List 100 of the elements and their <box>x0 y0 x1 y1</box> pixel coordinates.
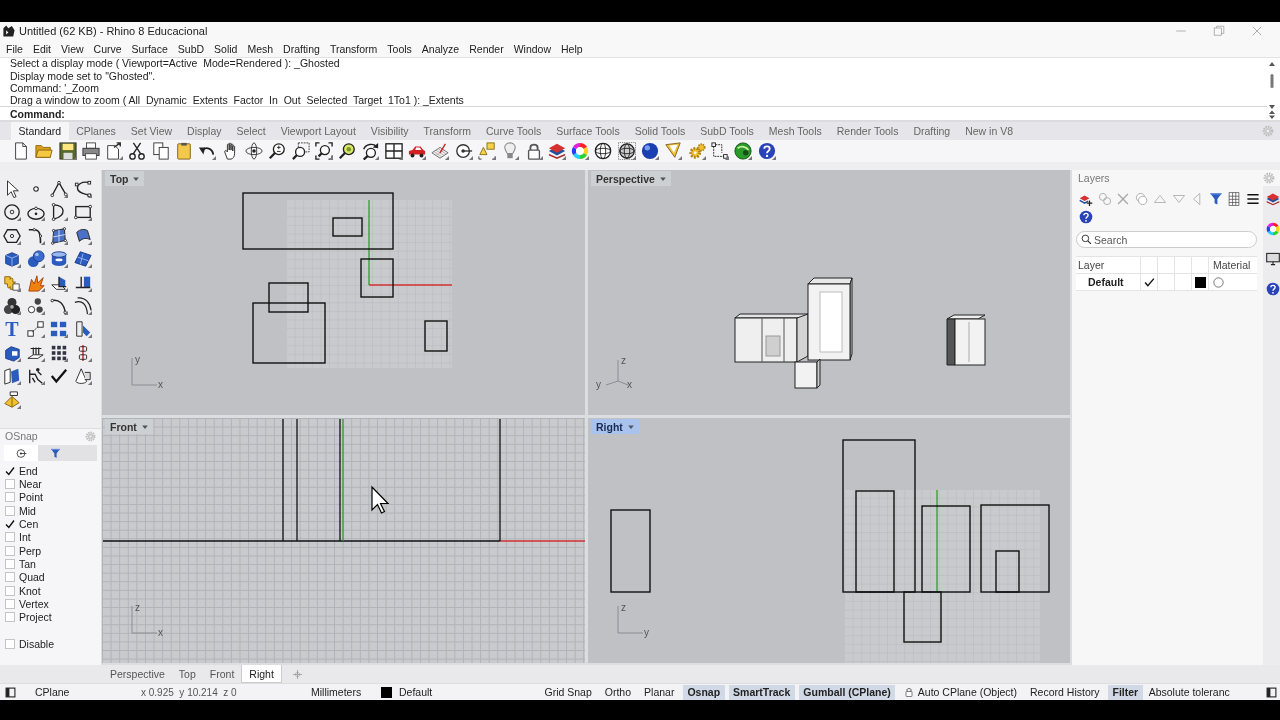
menu-item[interactable]: Analyze <box>416 40 465 57</box>
toolbar-tab[interactable]: Drafting <box>905 122 958 140</box>
column-header[interactable]: Layer <box>1078 259 1105 271</box>
caret-icon[interactable] <box>626 422 635 431</box>
toolbar-tab[interactable]: Visibility <box>363 122 417 140</box>
status-toggle[interactable]: Gumball (CPlane) <box>798 684 896 700</box>
circle-icon[interactable] <box>3 203 21 222</box>
layer-label[interactable]: Default <box>399 686 433 698</box>
folder-icon[interactable] <box>35 142 54 160</box>
cone-shapes-icon[interactable] <box>73 367 92 386</box>
panel-tab[interactable] <box>4 445 38 461</box>
toolbar-tab[interactable]: SubD Tools <box>692 122 762 140</box>
menu-item[interactable]: Edit <box>27 40 56 57</box>
help-icon[interactable] <box>1079 210 1093 224</box>
toolbar-tab[interactable]: Viewport Layout <box>273 122 364 140</box>
checkbox-label[interactable]: Quad <box>19 571 45 584</box>
checkbox-label[interactable]: Perp <box>19 544 42 557</box>
polyline-icon[interactable] <box>50 180 68 198</box>
checkbox-label[interactable]: Knot <box>19 584 41 597</box>
orbit-ellipse-icon[interactable] <box>244 142 263 160</box>
panels-icon[interactable] <box>3 367 21 386</box>
cube-icon[interactable] <box>3 250 21 269</box>
layer-name[interactable]: Default <box>1078 276 1124 288</box>
menu-item[interactable]: Surface <box>126 40 173 57</box>
caret-icon[interactable] <box>132 174 141 183</box>
checkbox-label[interactable]: End <box>19 464 38 477</box>
toolbar-tab[interactable]: CPlanes <box>68 122 124 140</box>
units-label[interactable]: Millimeters <box>311 686 362 698</box>
status-toggle[interactable]: Auto CPlane (Object) <box>899 684 1022 700</box>
color-wheel-icon[interactable] <box>571 142 590 160</box>
array-squares-icon[interactable] <box>50 320 68 339</box>
toolbar-tab[interactable]: Set View <box>123 122 180 140</box>
check-mark-icon[interactable] <box>1143 276 1155 288</box>
magnifier-arrow-icon[interactable] <box>361 142 380 160</box>
new-document-icon[interactable] <box>12 142 30 160</box>
rectangle-icon[interactable] <box>73 203 92 222</box>
triangle-icon[interactable] <box>664 142 683 160</box>
spheres-icon[interactable] <box>26 250 45 269</box>
wireframe-sphere-icon[interactable] <box>594 142 613 160</box>
viewport-tab[interactable]: Front <box>202 665 242 683</box>
square-icon[interactable] <box>5 686 16 698</box>
shaded-sphere-icon[interactable] <box>641 142 659 160</box>
checkbox-label[interactable]: Project <box>19 611 52 624</box>
shapes-icon[interactable] <box>477 142 496 160</box>
menu-item[interactable]: View <box>56 40 89 57</box>
tilted-plane-icon[interactable] <box>73 250 92 269</box>
square-icon[interactable] <box>1266 686 1277 698</box>
magnifier-corners-icon[interactable] <box>314 142 333 160</box>
caret-icon[interactable] <box>658 174 667 183</box>
toolbar-tab[interactable]: Render Tools <box>829 122 906 140</box>
puzzle-icon[interactable] <box>3 273 21 292</box>
checkbox-label[interactable]: Int <box>19 531 31 544</box>
offset-curve-icon[interactable] <box>73 296 92 315</box>
menu-item[interactable]: Curve <box>88 40 127 57</box>
viewport-label[interactable]: Top <box>105 171 145 186</box>
status-toggle[interactable]: Record History <box>1025 684 1104 700</box>
status-toggle[interactable]: Filter <box>1107 684 1143 700</box>
caret-icon[interactable] <box>140 422 149 431</box>
curved-surface-icon[interactable] <box>73 226 92 245</box>
magnifier-dashed-box-icon[interactable] <box>291 142 310 160</box>
toolbar-tab[interactable]: Solid Tools <box>627 122 693 140</box>
viewport-tab[interactable]: Right <box>241 665 282 683</box>
patch-surface-icon[interactable] <box>50 226 68 245</box>
fillet-curve-icon[interactable] <box>26 226 45 245</box>
viewport-tab[interactable]: Top <box>171 665 203 683</box>
four-panes-icon[interactable] <box>384 142 403 160</box>
printer-icon[interactable] <box>81 142 100 160</box>
column-header[interactable]: Material <box>1213 259 1251 271</box>
tolerance-label[interactable]: Absolute toleranc <box>1148 686 1230 698</box>
menu-item[interactable]: Render <box>464 40 509 57</box>
menu-item[interactable]: Help <box>556 40 588 57</box>
menu-item[interactable]: Tools <box>382 40 417 57</box>
checkbox-label[interactable]: Cen <box>19 518 39 531</box>
menu-item[interactable]: File <box>1 40 28 57</box>
light-bulb-icon[interactable] <box>501 142 520 160</box>
grid-plane-icon[interactable] <box>431 142 450 160</box>
menu-item[interactable]: Transform <box>324 40 383 57</box>
check-mark-icon[interactable] <box>50 367 68 386</box>
viewport-label[interactable]: Perspective <box>591 171 671 186</box>
target-circle-icon[interactable] <box>454 142 473 160</box>
viewport-tab[interactable]: Perspective <box>103 665 172 683</box>
toolbar-tab[interactable]: Surface Tools <box>548 122 628 140</box>
mirror-shape-icon[interactable] <box>73 320 92 339</box>
hexagon-icon[interactable] <box>3 226 21 245</box>
menu-item[interactable]: Solid <box>209 40 243 57</box>
magnifier-dot-icon[interactable] <box>338 142 357 160</box>
table-grid-icon[interactable] <box>1227 192 1241 206</box>
color-wheel-icon[interactable] <box>1266 222 1280 236</box>
checkbox-label[interactable]: Near <box>19 478 42 490</box>
menu-item[interactable]: Window <box>508 40 556 57</box>
filter-icon[interactable] <box>49 447 61 459</box>
blob-circles-icon[interactable] <box>3 296 21 315</box>
menu-item[interactable]: SubD <box>172 40 210 57</box>
toolbar-tab[interactable]: New in V8 <box>957 122 1021 140</box>
menu-item[interactable]: Mesh <box>242 40 279 57</box>
monitor-icon[interactable] <box>1266 252 1280 266</box>
dotted-sphere-icon[interactable] <box>617 142 636 160</box>
checkbox-label[interactable]: Mid <box>19 504 36 517</box>
help-icon[interactable] <box>757 142 776 160</box>
swatch-icon[interactable] <box>381 686 392 698</box>
